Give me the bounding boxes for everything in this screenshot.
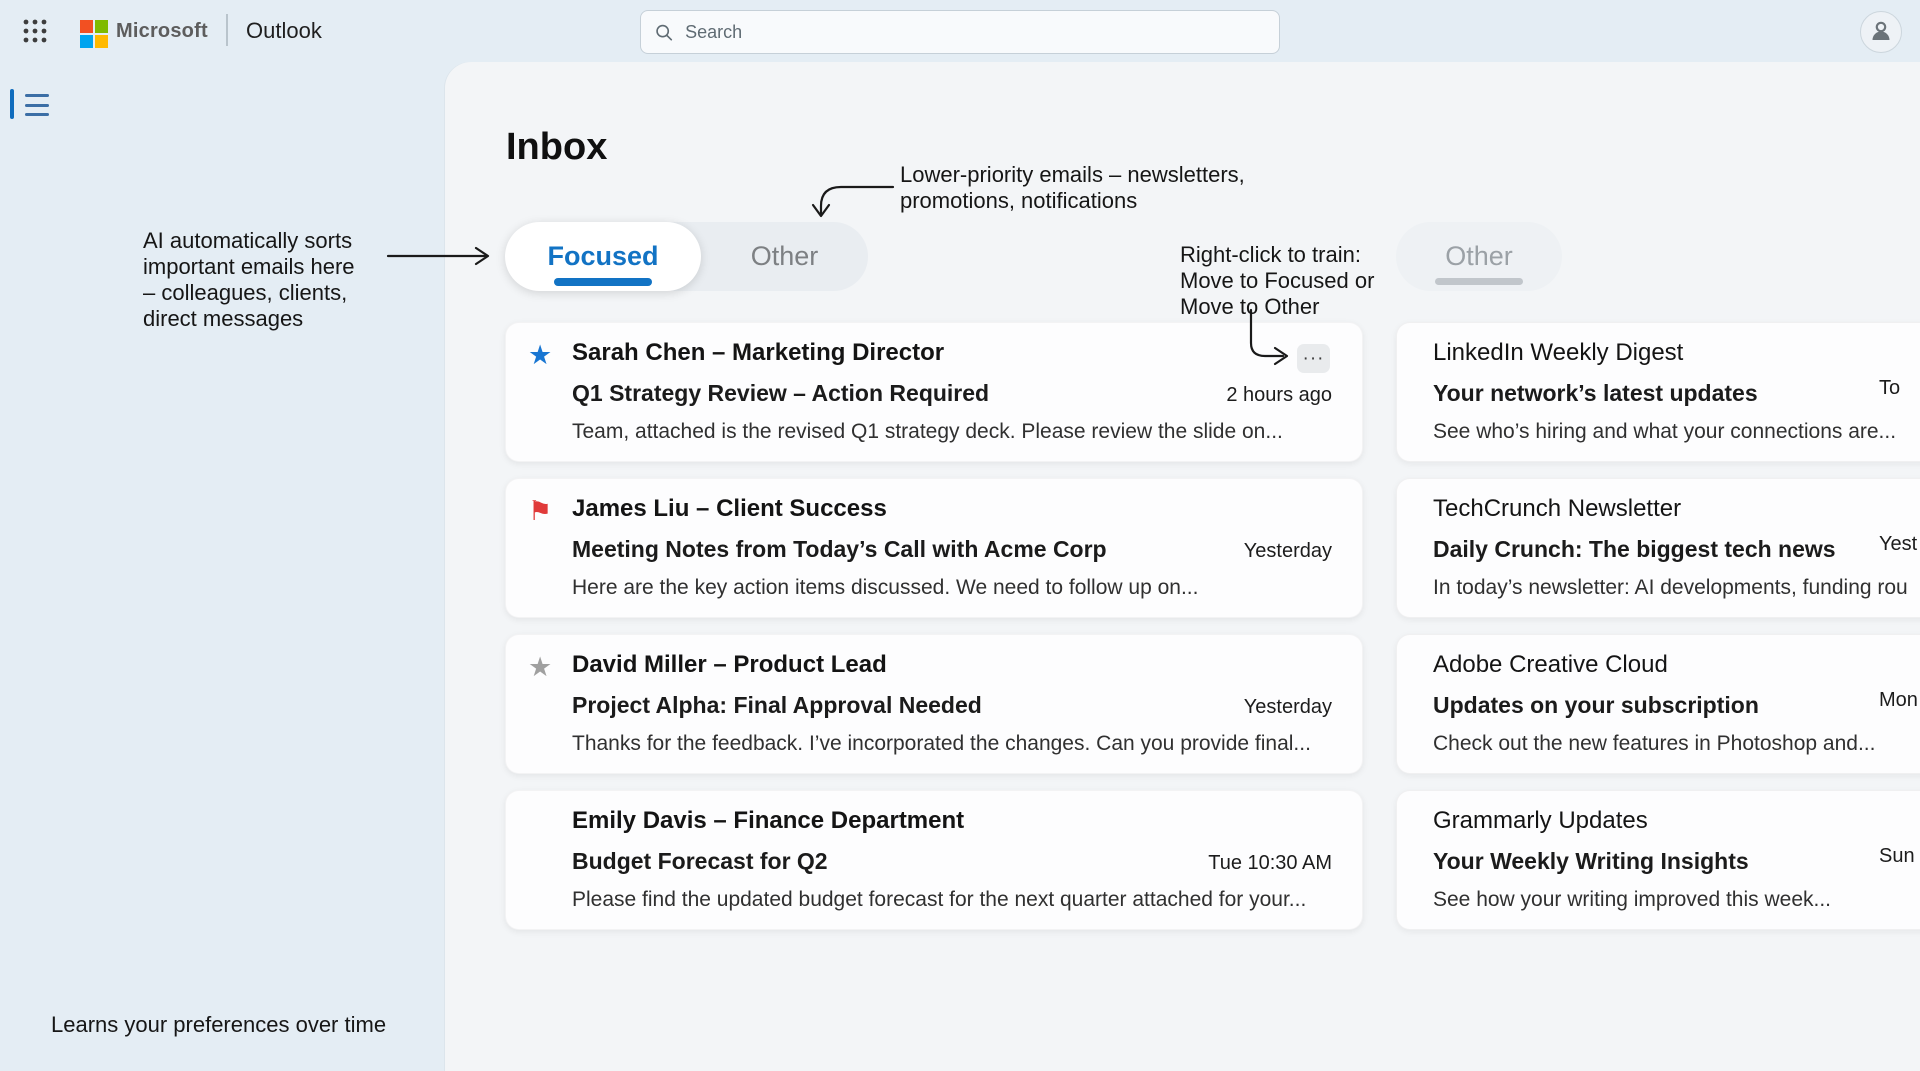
annotation-focused-note: AI automatically sorts important emails … <box>143 228 355 332</box>
email-time: Mon <box>1879 689 1918 712</box>
email-subject: Project Alpha: Final Approval Needed <box>572 692 982 719</box>
email-subject: Daily Crunch: The biggest tech news <box>1433 536 1836 563</box>
topbar-divider <box>226 14 228 46</box>
search-box[interactable] <box>640 10 1280 54</box>
email-preview: Please find the updated budget forecast … <box>572 888 1332 912</box>
tab-focused-label: Focused <box>547 241 658 272</box>
other-email-card-grammarly[interactable]: Grammarly Updates Your Weekly Writing In… <box>1396 790 1920 930</box>
other-email-card-adobe[interactable]: Adobe Creative Cloud Updates on your sub… <box>1396 634 1920 774</box>
email-preview: In today’s newsletter: AI developments, … <box>1433 576 1920 600</box>
email-preview: See who’s hiring and what your connectio… <box>1433 420 1920 444</box>
other-email-card-linkedin[interactable]: LinkedIn Weekly Digest Your network’s la… <box>1396 322 1920 462</box>
annotation-train-note: Right-click to train: Move to Focused or… <box>1180 242 1374 320</box>
ellipsis-icon: ··· <box>1303 348 1325 369</box>
search-input[interactable] <box>685 22 1265 43</box>
microsoft-logo-icon <box>80 20 108 48</box>
email-time: Yesterday <box>1244 540 1332 563</box>
email-time: Sun <box>1879 845 1915 868</box>
email-subject: Your network’s latest updates <box>1433 380 1758 407</box>
email-preview: Thanks for the feedback. I’ve incorporat… <box>572 732 1332 756</box>
waffle-grid-icon <box>22 18 48 44</box>
other-column-underline <box>1435 278 1523 285</box>
focused-tab-underline <box>554 278 652 286</box>
email-sender: Emily Davis – Finance Department <box>572 807 1332 835</box>
tab-other[interactable]: Other <box>701 222 868 291</box>
email-card-david-miller[interactable]: ★ David Miller – Product Lead Project Al… <box>505 634 1363 774</box>
email-preview: Check out the new features in Photoshop … <box>1433 732 1920 756</box>
hamburger-menu-button[interactable] <box>25 92 51 118</box>
email-time: Tue 10:30 AM <box>1208 852 1332 875</box>
annotation-other-note: Lower-priority emails – newsletters, pro… <box>900 162 1245 214</box>
email-preview: See how your writing improved this week.… <box>1433 888 1920 912</box>
annotation-learn-note: Learns your preferences over time <box>51 1012 386 1038</box>
other-email-card-techcrunch[interactable]: TechCrunch Newsletter Daily Crunch: The … <box>1396 478 1920 618</box>
email-preview: Team, attached is the revised Q1 strateg… <box>572 420 1332 444</box>
person-icon <box>1868 19 1894 45</box>
tab-other-label: Other <box>751 241 819 272</box>
star-icon[interactable]: ★ <box>528 339 572 444</box>
other-column-header[interactable]: Other <box>1396 222 1562 291</box>
email-card-sarah-chen[interactable]: ★ Sarah Chen – Marketing Director Q1 Str… <box>505 322 1363 462</box>
email-subject: Updates on your subscription <box>1433 692 1759 719</box>
page-title: Inbox <box>506 126 607 169</box>
email-time: 2 hours ago <box>1226 384 1332 407</box>
other-column-header-label: Other <box>1445 241 1513 272</box>
nav-accent-bar <box>10 89 14 119</box>
email-subject: Meeting Notes from Today’s Call with Acm… <box>572 536 1107 563</box>
email-sender: Grammarly Updates <box>1433 807 1920 835</box>
no-icon <box>528 807 572 912</box>
email-card-emily-davis[interactable]: Emily Davis – Finance Department Budget … <box>505 790 1363 930</box>
email-sender: TechCrunch Newsletter <box>1433 495 1920 523</box>
email-time: To <box>1879 377 1900 400</box>
search-icon <box>655 23 673 42</box>
microsoft-wordmark: Microsoft <box>116 20 208 43</box>
email-preview: Here are the key action items discussed.… <box>572 576 1332 600</box>
tab-focused[interactable]: Focused <box>505 222 701 291</box>
email-time: Yesterday <box>1244 696 1332 719</box>
app-launcher-button[interactable] <box>16 12 54 50</box>
email-sender: LinkedIn Weekly Digest <box>1433 339 1920 367</box>
account-button[interactable] <box>1860 11 1902 53</box>
email-subject: Q1 Strategy Review – Action Required <box>572 380 989 407</box>
email-subject: Your Weekly Writing Insights <box>1433 848 1749 875</box>
star-icon[interactable]: ★ <box>528 651 572 756</box>
inbox-tab-group: Focused Other <box>505 222 868 291</box>
menu-icon <box>25 94 49 97</box>
email-card-james-liu[interactable]: ⚑ James Liu – Client Success Meeting Not… <box>505 478 1363 618</box>
flag-icon[interactable]: ⚑ <box>528 495 572 600</box>
email-sender: David Miller – Product Lead <box>572 651 1332 679</box>
app-title: Outlook <box>246 18 322 44</box>
email-sender: James Liu – Client Success <box>572 495 1332 523</box>
email-sender: Adobe Creative Cloud <box>1433 651 1920 679</box>
email-time: Yest <box>1879 533 1917 556</box>
more-options-button[interactable]: ··· <box>1297 344 1330 373</box>
email-subject: Budget Forecast for Q2 <box>572 848 828 875</box>
email-sender: Sarah Chen – Marketing Director <box>572 339 1332 367</box>
